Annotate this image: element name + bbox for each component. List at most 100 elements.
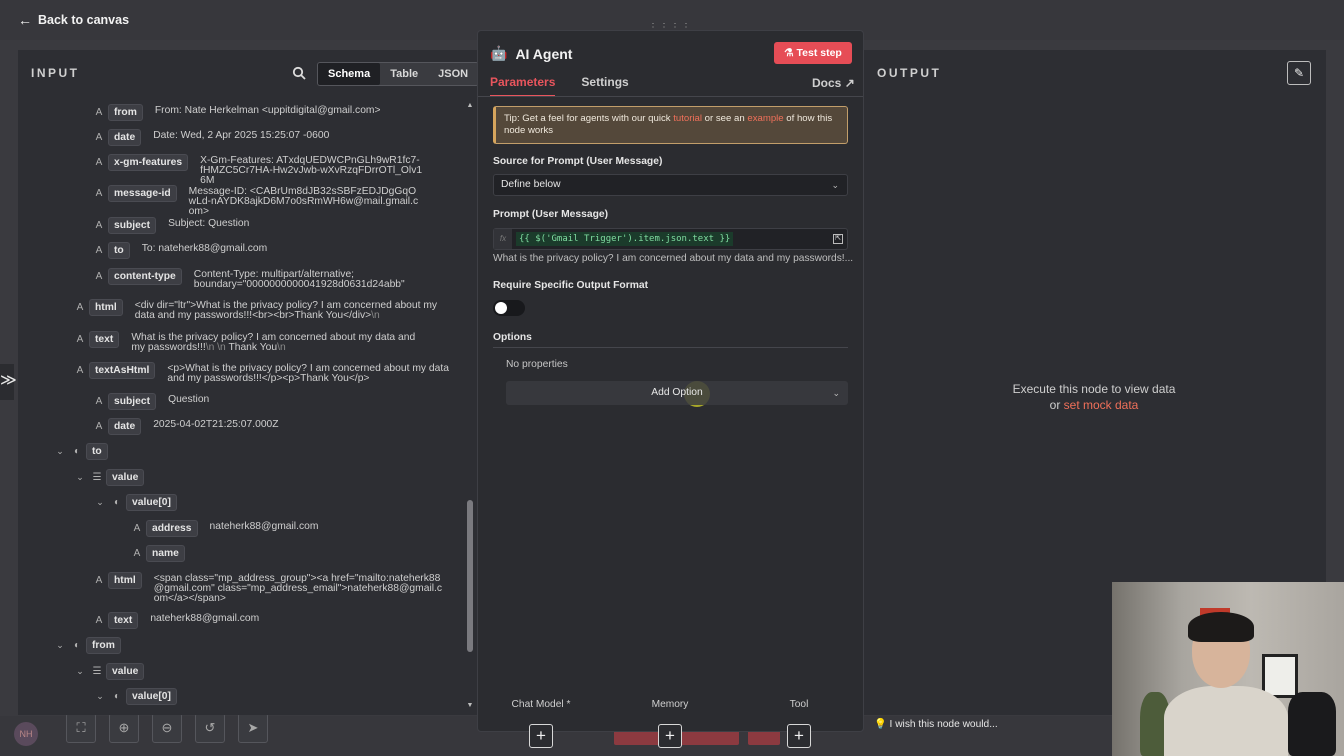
fx-icon: fx xyxy=(494,229,512,249)
pencil-icon[interactable]: ✎ xyxy=(1287,61,1311,85)
webcam-overlay xyxy=(1112,582,1344,756)
field-key[interactable]: message-id xyxy=(108,185,177,202)
output-empty-state: Execute this node to view data or set mo… xyxy=(994,381,1194,413)
field-value: nateherk88@gmail.com xyxy=(209,521,319,532)
field-value: Subject: Question xyxy=(168,218,250,229)
chevron-down-icon[interactable]: ⌄ xyxy=(92,497,108,508)
list-type-icon: ☰ xyxy=(92,472,102,483)
feedback-link[interactable]: 💡 I wish this node would... xyxy=(874,719,998,730)
prompt-input[interactable]: fx {{ $('Gmail Trigger').item.json.text … xyxy=(493,228,848,250)
tidy-up-icon[interactable]: ➤ xyxy=(238,713,268,743)
user-avatar[interactable]: NH xyxy=(14,722,38,746)
string-type-icon: A xyxy=(133,523,141,534)
external-link-icon: ↗ xyxy=(844,76,855,90)
field-key[interactable]: value xyxy=(106,663,145,680)
field-value: To: nateherk88@gmail.com xyxy=(141,243,268,254)
view-tab-schema[interactable]: Schema xyxy=(318,63,381,85)
example-link[interactable]: example xyxy=(747,113,783,124)
field-key[interactable]: html xyxy=(108,572,142,589)
field-key[interactable]: from xyxy=(86,637,121,654)
schema-row: A to To: nateherk88@gmail.com xyxy=(90,242,268,259)
field-value: Date: Wed, 2 Apr 2025 15:25:07 -0600 xyxy=(153,130,330,141)
zoom-out-icon[interactable]: ⊖ xyxy=(152,713,182,743)
string-type-icon: A xyxy=(76,334,84,345)
fit-view-icon[interactable]: ⛶ xyxy=(66,713,96,743)
source-prompt-select[interactable]: Define below ⌄ xyxy=(493,174,848,196)
field-key[interactable]: value xyxy=(106,469,145,486)
schema-row: A from From: Nate Herkelman <uppitdigita… xyxy=(90,104,381,121)
schema-row: A text nateherk88@gmail.com xyxy=(90,612,259,629)
chevron-down-icon[interactable]: ⌄ xyxy=(52,640,68,651)
string-type-icon: A xyxy=(76,302,84,313)
chevron-down-icon[interactable]: ⌄ xyxy=(72,666,88,677)
string-type-icon: A xyxy=(95,615,103,626)
schema-row: A date Date: Wed, 2 Apr 2025 15:25:07 -0… xyxy=(90,129,330,146)
expand-sidebar-icon[interactable]: ≫ xyxy=(0,364,17,400)
field-key[interactable]: text xyxy=(89,331,120,348)
back-to-canvas-button[interactable]: ← Back to canvas xyxy=(18,12,129,28)
view-tab-json[interactable]: JSON xyxy=(428,63,478,85)
field-key[interactable]: to xyxy=(86,443,108,460)
prompt-preview: What is the privacy policy? I am concern… xyxy=(493,253,854,264)
schema-row: A content-type Content-Type: multipart/a… xyxy=(90,268,430,290)
zoom-in-icon[interactable]: ⊕ xyxy=(109,713,139,743)
string-type-icon: A xyxy=(95,271,103,282)
field-value: <span class="mp_address_group"><a href="… xyxy=(153,573,443,604)
field-value: What is the privacy policy? I am concern… xyxy=(131,332,431,353)
node-title: 🤖 AI Agent xyxy=(490,45,572,62)
tutorial-link[interactable]: tutorial xyxy=(673,113,702,124)
scrollbar-thumb[interactable] xyxy=(467,500,473,652)
schema-row: A message-id Message-ID: <CABrUm8dJB32sS… xyxy=(90,185,430,217)
tab-parameters[interactable]: Parameters xyxy=(490,75,556,97)
field-key[interactable]: html xyxy=(89,299,123,316)
test-step-label: Test step xyxy=(796,47,842,59)
add-memory-button[interactable]: + xyxy=(658,724,682,748)
field-key[interactable]: date xyxy=(108,129,142,146)
require-format-toggle[interactable] xyxy=(493,300,525,316)
tool-label: Tool xyxy=(789,699,809,710)
field-key[interactable]: value[0] xyxy=(126,688,177,705)
field-key[interactable]: text xyxy=(108,612,139,629)
scroll-up-icon[interactable]: ▲ xyxy=(466,102,474,109)
list-type-icon: ☰ xyxy=(92,666,102,677)
field-key[interactable]: to xyxy=(108,242,130,259)
newline-marker: \n xyxy=(277,342,286,353)
field-key[interactable]: subject xyxy=(108,217,157,234)
field-key[interactable]: textAsHtml xyxy=(89,362,156,379)
chevron-down-icon[interactable]: ⌄ xyxy=(52,446,68,457)
field-key[interactable]: from xyxy=(108,104,143,121)
field-value: Content-Type: multipart/alternative; bou… xyxy=(193,269,405,290)
schema-row: A x-gm-features X-Gm-Features: ATxdqUEDW… xyxy=(90,154,430,186)
exec-text: Execute this node to view data xyxy=(1012,382,1176,396)
text-value-tail: Thank You xyxy=(228,342,278,353)
chevron-down-icon: ⌄ xyxy=(831,180,839,190)
field-key[interactable]: subject xyxy=(108,393,157,410)
scroll-down-icon[interactable]: ▼ xyxy=(466,702,474,709)
arrow-left-icon: ← xyxy=(18,12,32,28)
add-chat-model-button[interactable]: + xyxy=(529,724,553,748)
input-scrollbar[interactable]: ▲ ▼ xyxy=(466,102,474,710)
exec-text-line2: or set mock data xyxy=(994,397,1194,413)
add-option-label: Add Option xyxy=(651,387,703,398)
search-icon[interactable] xyxy=(292,66,306,80)
field-key[interactable]: address xyxy=(146,520,198,537)
add-option-button[interactable]: Add Option ⌄ xyxy=(506,381,848,405)
expand-icon[interactable]: ⇱ xyxy=(833,234,843,244)
view-tab-table[interactable]: Table xyxy=(380,63,428,85)
set-mock-data-link[interactable]: set mock data xyxy=(1064,398,1139,412)
schema-row: ⌄ ◐ from xyxy=(52,637,133,654)
reset-zoom-icon[interactable]: ↺ xyxy=(195,713,225,743)
field-key[interactable]: x-gm-features xyxy=(108,154,189,171)
presenter-body xyxy=(1164,686,1288,756)
chevron-down-icon[interactable]: ⌄ xyxy=(92,691,108,702)
chevron-down-icon[interactable]: ⌄ xyxy=(72,472,88,483)
field-key[interactable]: content-type xyxy=(108,268,182,285)
flask-icon: ⚗ xyxy=(784,47,794,59)
test-step-button[interactable]: ⚗ Test step xyxy=(774,42,852,64)
field-key[interactable]: name xyxy=(146,545,185,562)
field-key[interactable]: value[0] xyxy=(126,494,177,511)
add-tool-button[interactable]: + xyxy=(787,724,811,748)
field-key[interactable]: date xyxy=(108,418,142,435)
docs-link[interactable]: Docs ↗ xyxy=(812,76,855,90)
tab-settings[interactable]: Settings xyxy=(581,75,628,97)
